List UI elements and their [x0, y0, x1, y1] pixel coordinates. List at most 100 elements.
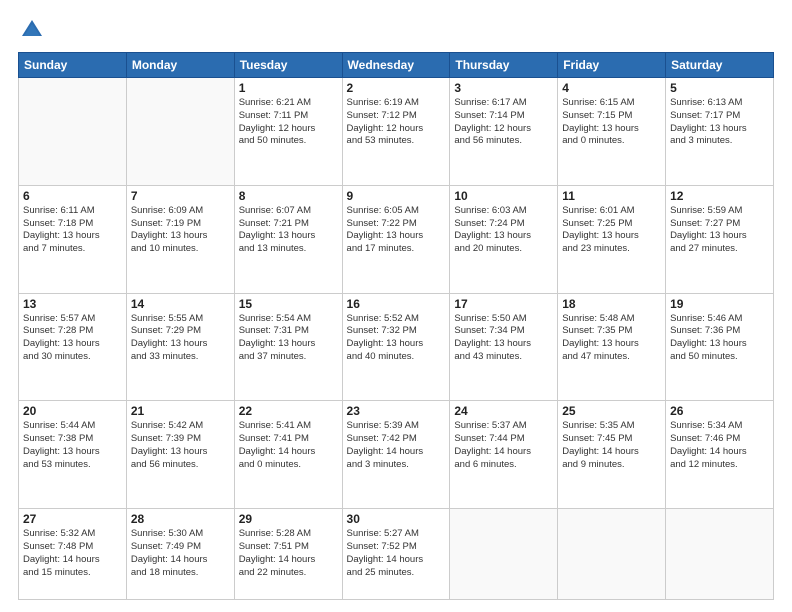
day-number: 22	[239, 404, 338, 418]
day-info: Sunrise: 5:48 AM Sunset: 7:35 PM Dayligh…	[562, 313, 661, 364]
calendar-cell	[450, 509, 558, 600]
day-number: 11	[562, 189, 661, 203]
day-info: Sunrise: 5:30 AM Sunset: 7:49 PM Dayligh…	[131, 528, 230, 579]
day-info: Sunrise: 6:03 AM Sunset: 7:24 PM Dayligh…	[454, 205, 553, 256]
day-number: 18	[562, 297, 661, 311]
calendar-cell: 11 Sunrise: 6:01 AM Sunset: 7:25 PM Dayli…	[558, 185, 666, 293]
day-number: 24	[454, 404, 553, 418]
day-info: Sunrise: 5:44 AM Sunset: 7:38 PM Dayligh…	[23, 420, 122, 471]
calendar-cell: 28 Sunrise: 5:30 AM Sunset: 7:49 PM Dayli…	[126, 509, 234, 600]
day-number: 5	[670, 81, 769, 95]
calendar-cell: 30Sunrise: 5:27 AM Sunset: 7:52 PM Dayli…	[342, 509, 450, 600]
day-info: Sunrise: 5:28 AM Sunset: 7:51 PM Dayligh…	[239, 528, 338, 579]
day-number: 7	[131, 189, 230, 203]
calendar-cell: 27 Sunrise: 5:32 AM Sunset: 7:48 PM Dayli…	[19, 509, 127, 600]
day-info: Sunrise: 5:42 AM Sunset: 7:39 PM Dayligh…	[131, 420, 230, 471]
day-number: 29	[239, 512, 338, 526]
week-row-1: 1Sunrise: 6:21 AM Sunset: 7:11 PM Daylig…	[19, 78, 774, 186]
day-number: 25	[562, 404, 661, 418]
day-info: Sunrise: 5:52 AM Sunset: 7:32 PM Dayligh…	[347, 313, 446, 364]
day-info: Sunrise: 5:54 AM Sunset: 7:31 PM Dayligh…	[239, 313, 338, 364]
day-info: Sunrise: 6:13 AM Sunset: 7:17 PM Dayligh…	[670, 97, 769, 148]
day-info: Sunrise: 5:39 AM Sunset: 7:42 PM Dayligh…	[347, 420, 446, 471]
day-info: Sunrise: 5:41 AM Sunset: 7:41 PM Dayligh…	[239, 420, 338, 471]
calendar-cell: 17 Sunrise: 5:50 AM Sunset: 7:34 PM Dayli…	[450, 293, 558, 401]
calendar-cell: 6 Sunrise: 6:11 AM Sunset: 7:18 PM Daylig…	[19, 185, 127, 293]
day-info: Sunrise: 5:34 AM Sunset: 7:46 PM Dayligh…	[670, 420, 769, 471]
calendar-cell: 15 Sunrise: 5:54 AM Sunset: 7:31 PM Dayli…	[234, 293, 342, 401]
weekday-header-monday: Monday	[126, 53, 234, 78]
calendar-cell: 13 Sunrise: 5:57 AM Sunset: 7:28 PM Dayli…	[19, 293, 127, 401]
calendar-cell: 7 Sunrise: 6:09 AM Sunset: 7:19 PM Daylig…	[126, 185, 234, 293]
calendar-cell: 14Sunrise: 5:55 AM Sunset: 7:29 PM Dayli…	[126, 293, 234, 401]
day-number: 9	[347, 189, 446, 203]
weekday-header-row: SundayMondayTuesdayWednesdayThursdayFrid…	[19, 53, 774, 78]
day-info: Sunrise: 5:27 AM Sunset: 7:52 PM Dayligh…	[347, 528, 446, 579]
calendar-cell: 26 Sunrise: 5:34 AM Sunset: 7:46 PM Dayli…	[666, 401, 774, 509]
calendar-cell: 29 Sunrise: 5:28 AM Sunset: 7:51 PM Dayli…	[234, 509, 342, 600]
calendar-cell: 22 Sunrise: 5:41 AM Sunset: 7:41 PM Dayli…	[234, 401, 342, 509]
day-info: Sunrise: 5:32 AM Sunset: 7:48 PM Dayligh…	[23, 528, 122, 579]
calendar-cell: 1Sunrise: 6:21 AM Sunset: 7:11 PM Daylig…	[234, 78, 342, 186]
day-number: 27	[23, 512, 122, 526]
day-info: Sunrise: 6:05 AM Sunset: 7:22 PM Dayligh…	[347, 205, 446, 256]
calendar-cell: 18 Sunrise: 5:48 AM Sunset: 7:35 PM Dayli…	[558, 293, 666, 401]
weekday-header-sunday: Sunday	[19, 53, 127, 78]
weekday-header-tuesday: Tuesday	[234, 53, 342, 78]
calendar-cell: 9 Sunrise: 6:05 AM Sunset: 7:22 PM Daylig…	[342, 185, 450, 293]
weekday-header-thursday: Thursday	[450, 53, 558, 78]
calendar-cell	[19, 78, 127, 186]
calendar-cell	[666, 509, 774, 600]
day-info: Sunrise: 5:57 AM Sunset: 7:28 PM Dayligh…	[23, 313, 122, 364]
day-number: 23	[347, 404, 446, 418]
calendar-cell: 20 Sunrise: 5:44 AM Sunset: 7:38 PM Dayli…	[19, 401, 127, 509]
calendar-cell: 4 Sunrise: 6:15 AM Sunset: 7:15 PM Daylig…	[558, 78, 666, 186]
calendar-cell: 8 Sunrise: 6:07 AM Sunset: 7:21 PM Daylig…	[234, 185, 342, 293]
day-number: 15	[239, 297, 338, 311]
day-number: 17	[454, 297, 553, 311]
day-info: Sunrise: 6:07 AM Sunset: 7:21 PM Dayligh…	[239, 205, 338, 256]
calendar-cell: 10 Sunrise: 6:03 AM Sunset: 7:24 PM Dayli…	[450, 185, 558, 293]
day-number: 16	[347, 297, 446, 311]
week-row-3: 13 Sunrise: 5:57 AM Sunset: 7:28 PM Dayli…	[19, 293, 774, 401]
calendar-cell: 12Sunrise: 5:59 AM Sunset: 7:27 PM Dayli…	[666, 185, 774, 293]
day-number: 10	[454, 189, 553, 203]
calendar-cell	[558, 509, 666, 600]
day-number: 20	[23, 404, 122, 418]
day-number: 28	[131, 512, 230, 526]
day-number: 13	[23, 297, 122, 311]
day-number: 21	[131, 404, 230, 418]
week-row-4: 20 Sunrise: 5:44 AM Sunset: 7:38 PM Dayli…	[19, 401, 774, 509]
day-info: Sunrise: 6:09 AM Sunset: 7:19 PM Dayligh…	[131, 205, 230, 256]
day-info: Sunrise: 6:01 AM Sunset: 7:25 PM Dayligh…	[562, 205, 661, 256]
calendar-cell: 21 Sunrise: 5:42 AM Sunset: 7:39 PM Dayli…	[126, 401, 234, 509]
calendar-cell: 24Sunrise: 5:37 AM Sunset: 7:44 PM Dayli…	[450, 401, 558, 509]
day-number: 2	[347, 81, 446, 95]
day-number: 3	[454, 81, 553, 95]
day-number: 12	[670, 189, 769, 203]
week-row-2: 6 Sunrise: 6:11 AM Sunset: 7:18 PM Daylig…	[19, 185, 774, 293]
weekday-header-friday: Friday	[558, 53, 666, 78]
calendar-cell	[126, 78, 234, 186]
week-row-5: 27 Sunrise: 5:32 AM Sunset: 7:48 PM Dayli…	[19, 509, 774, 600]
calendar-cell: 25Sunrise: 5:35 AM Sunset: 7:45 PM Dayli…	[558, 401, 666, 509]
day-info: Sunrise: 6:19 AM Sunset: 7:12 PM Dayligh…	[347, 97, 446, 148]
day-number: 4	[562, 81, 661, 95]
day-info: Sunrise: 5:50 AM Sunset: 7:34 PM Dayligh…	[454, 313, 553, 364]
day-number: 26	[670, 404, 769, 418]
header	[18, 16, 774, 44]
day-number: 8	[239, 189, 338, 203]
day-info: Sunrise: 5:46 AM Sunset: 7:36 PM Dayligh…	[670, 313, 769, 364]
calendar-cell: 2 Sunrise: 6:19 AM Sunset: 7:12 PM Daylig…	[342, 78, 450, 186]
day-info: Sunrise: 6:11 AM Sunset: 7:18 PM Dayligh…	[23, 205, 122, 256]
calendar-cell: 3Sunrise: 6:17 AM Sunset: 7:14 PM Daylig…	[450, 78, 558, 186]
calendar-cell: 23 Sunrise: 5:39 AM Sunset: 7:42 PM Dayli…	[342, 401, 450, 509]
day-info: Sunrise: 6:15 AM Sunset: 7:15 PM Dayligh…	[562, 97, 661, 148]
calendar-cell: 19Sunrise: 5:46 AM Sunset: 7:36 PM Dayli…	[666, 293, 774, 401]
day-number: 1	[239, 81, 338, 95]
weekday-header-wednesday: Wednesday	[342, 53, 450, 78]
logo-icon	[18, 16, 46, 44]
day-number: 6	[23, 189, 122, 203]
calendar-cell: 5 Sunrise: 6:13 AM Sunset: 7:17 PM Daylig…	[666, 78, 774, 186]
page: SundayMondayTuesdayWednesdayThursdayFrid…	[0, 0, 792, 612]
